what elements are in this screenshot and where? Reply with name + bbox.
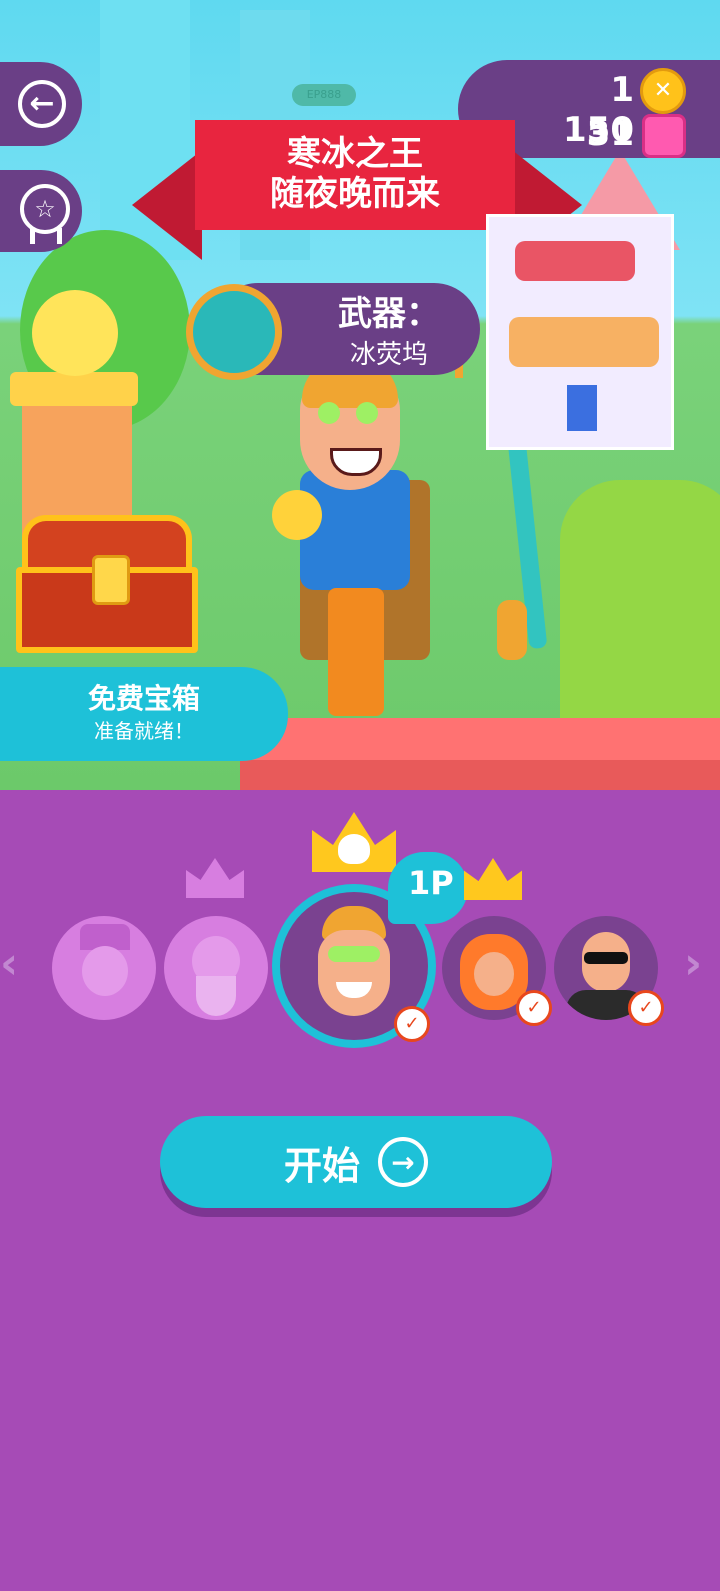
bg-hedge xyxy=(560,480,720,720)
ad-preview[interactable] xyxy=(486,214,674,450)
pillar-cap xyxy=(10,372,138,406)
achievement-ribbon-icon: ☆ xyxy=(20,184,70,234)
fox-girl-face xyxy=(474,952,514,996)
ribbon-tails xyxy=(30,228,62,244)
witch-face xyxy=(82,946,128,996)
gem-count: 31 xyxy=(586,114,634,154)
unlocked-check-icon: ✓ xyxy=(516,990,552,1026)
ad-crowd-red xyxy=(515,241,635,281)
pillar-ball xyxy=(32,290,118,376)
player-badge-label: 1P xyxy=(408,864,454,902)
banner-line-2: 随夜晚而来 xyxy=(270,174,440,214)
ice-king-eyes xyxy=(328,946,380,962)
free-chest-title: 免费宝箱 xyxy=(87,682,200,715)
ad-gate xyxy=(567,385,597,431)
stage-front xyxy=(240,760,720,790)
free-chest-subtitle: 准备就绪！ xyxy=(94,719,194,743)
weapon-label: 武器： xyxy=(338,294,440,334)
ad-crowd-orange xyxy=(509,317,659,367)
gem-icon xyxy=(642,114,686,158)
start-button-label: 开始 xyxy=(283,1143,360,1188)
unlocked-check-icon: ✓ xyxy=(628,990,664,1026)
start-button[interactable]: 开始 → xyxy=(160,1116,552,1208)
hero-scene: ← ☆ 1 150 ✕ 31 EP888 寒冰之王 随夜晚而来 武器： 冰荧坞 … xyxy=(0,0,720,790)
back-arrow-icon: ← xyxy=(18,80,66,128)
arrow-right-circle-icon: → xyxy=(378,1137,428,1187)
ribbon-tail-left xyxy=(132,150,202,260)
event-tag: EP888 xyxy=(292,84,356,106)
prev-character-arrow[interactable]: ‹ xyxy=(0,938,18,989)
banner-line-1: 寒冰之王 xyxy=(287,134,423,174)
hero-eye xyxy=(356,402,378,424)
hero-skull-shoulder xyxy=(272,490,322,540)
viking-beard xyxy=(196,976,236,1016)
free-chest-button[interactable]: 免费宝箱 准备就绪！ xyxy=(0,667,288,761)
weapon-medallion-icon xyxy=(186,284,282,380)
ice-king-face xyxy=(318,930,390,1016)
skull-icon xyxy=(338,834,370,864)
sunglasses-icon xyxy=(584,952,628,964)
character-viking[interactable] xyxy=(164,916,268,1020)
lock-icon xyxy=(92,555,130,605)
weapon-name: 冰荧坞 xyxy=(350,340,429,370)
back-button[interactable]: ← xyxy=(0,62,82,146)
staff-tip xyxy=(497,600,527,660)
selected-check-icon: ✓ xyxy=(394,1006,430,1042)
coin-icon: ✕ xyxy=(640,68,686,114)
hero-legs xyxy=(328,588,384,716)
character-witch[interactable] xyxy=(52,916,156,1020)
next-character-arrow[interactable]: › xyxy=(684,938,702,989)
achievements-button[interactable]: ☆ xyxy=(0,170,82,252)
treasure-chest[interactable] xyxy=(12,515,202,655)
hero-eye xyxy=(318,402,340,424)
event-banner: 寒冰之王 随夜晚而来 xyxy=(195,120,515,230)
